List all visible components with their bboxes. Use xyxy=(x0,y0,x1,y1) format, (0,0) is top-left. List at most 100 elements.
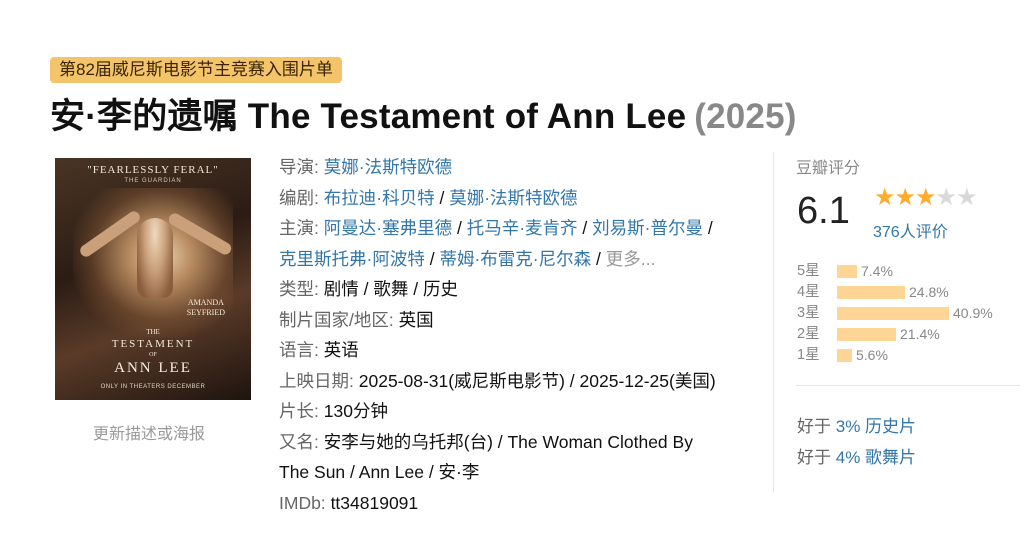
cast-link[interactable]: 克里斯托弗·阿波特 xyxy=(279,249,425,269)
rating-bar xyxy=(837,265,857,278)
poster-art-figure xyxy=(137,218,173,298)
separator: / xyxy=(456,218,462,238)
imdb-label: IMDb: xyxy=(279,492,326,513)
language-label: 语言: xyxy=(279,340,319,360)
better-than-link[interactable]: 4% 歌舞片 xyxy=(836,448,916,467)
release-label: 上映日期: xyxy=(279,370,354,391)
poster-title-testament: TESTAMENT xyxy=(111,338,195,350)
separator: / xyxy=(595,248,601,269)
better-than-link[interactable]: 3% 历史片 xyxy=(836,417,916,436)
rating-percent: 5.6% xyxy=(856,347,888,363)
director-row: 导演: 莫娜·法斯特欧德 xyxy=(279,152,759,183)
imdb-row: IMDb: tt34819091 xyxy=(279,488,759,519)
movie-info: 导演: 莫娜·法斯特欧德 编剧: 布拉迪·科贝特 / 莫娜·法斯特欧德 主演: … xyxy=(279,152,759,518)
country-row: 制片国家/地区: 英国 xyxy=(279,305,759,336)
genre-row: 类型: 剧情 / 歌舞 / 历史 xyxy=(279,274,759,305)
cast-link[interactable]: 托马辛·麦肯齐 xyxy=(467,218,578,238)
star-empty-icon: ★ xyxy=(935,184,957,211)
cast-row-continued: 克里斯托弗·阿波特 / 蒂姆·布雷克·尼尔森 / 更多... xyxy=(279,244,759,275)
rating-bar xyxy=(837,328,896,341)
better-than-row: 好于 3% 历史片 xyxy=(797,412,916,437)
rating-distribution-row: 2星 21.4% xyxy=(797,324,1017,345)
better-than-row: 好于 4% 歌舞片 xyxy=(797,443,916,468)
rating-label: 豆瓣评分 xyxy=(796,160,861,177)
cast-link[interactable]: 阿曼达·塞弗里德 xyxy=(324,218,452,238)
rating-star-level: 5星 xyxy=(797,263,820,279)
rating-distribution-row: 1星 5.6% xyxy=(797,345,1017,366)
rating-percent: 40.9% xyxy=(953,305,993,321)
writer-link[interactable]: 莫娜·法斯特欧德 xyxy=(449,188,577,208)
country-label: 制片国家/地区: xyxy=(279,309,394,330)
aka-row-continued: The Sun / Ann Lee / 安·李 xyxy=(279,457,759,488)
release-value: 2025-08-31(威尼斯电影节) / 2025-12-25(美国) xyxy=(358,370,716,391)
aka-value-line1: 安李与她的乌托邦(台) / The Woman Clothed By xyxy=(323,431,693,452)
movie-poster[interactable]: "FEARLESSLY FERAL" THE GUARDIAN AMANDA S… xyxy=(55,158,251,400)
writer-row: 编剧: 布拉迪·科贝特 / 莫娜·法斯特欧德 xyxy=(279,183,759,214)
section-divider xyxy=(773,152,774,492)
poster-actor-first: AMANDA xyxy=(187,298,224,307)
runtime-value: 130分钟 xyxy=(323,401,388,421)
aka-row: 又名: 安李与她的乌托邦(台) / The Woman Clothed By xyxy=(279,427,759,458)
rating-percent: 24.8% xyxy=(909,284,949,300)
poster-actor-last: SEYFRIED xyxy=(186,308,225,317)
rating-percent: 21.4% xyxy=(900,326,940,342)
director-label: 导演: xyxy=(279,157,319,177)
rating-distribution-row: 5星 7.4% xyxy=(797,261,1017,282)
rating-divider xyxy=(796,385,1020,386)
writer-label: 编剧: xyxy=(279,187,319,208)
aka-value-line2: The Sun / Ann Lee / 安·李 xyxy=(279,462,480,482)
director-link[interactable]: 莫娜·法斯特欧德 xyxy=(324,157,452,177)
rating-percent: 7.4% xyxy=(861,263,893,279)
rating-votes-link[interactable]: 376人评价 xyxy=(873,218,948,242)
better-than-prefix: 好于 xyxy=(797,448,831,467)
poster-title-of: OF xyxy=(149,352,157,358)
poster-quote: "FEARLESSLY FERAL" xyxy=(87,164,219,176)
cast-link[interactable]: 蒂姆·布雷克·尼尔森 xyxy=(439,249,591,269)
movie-title: 安·李的遗嘱 The Testament of Ann Lee xyxy=(50,97,687,136)
rating-stars: ★★★★★ xyxy=(874,184,978,211)
runtime-label: 片长: xyxy=(279,401,319,421)
cast-label: 主演: xyxy=(279,218,319,238)
poster-actor: AMANDA SEYFRIED xyxy=(187,298,225,318)
separator: / xyxy=(429,248,435,269)
rating-distribution-row: 3星 40.9% xyxy=(797,303,1017,324)
aka-label: 又名: xyxy=(279,431,319,452)
star-filled-icon: ★ xyxy=(874,184,895,211)
star-filled-icon: ★ xyxy=(915,184,936,211)
language-value: 英语 xyxy=(323,340,359,360)
release-row: 上映日期: 2025-08-31(威尼斯电影节) / 2025-12-25(美国… xyxy=(279,366,759,397)
better-than-prefix: 好于 xyxy=(797,417,831,436)
genre-value: 剧情 xyxy=(323,279,359,299)
runtime-row: 片长: 130分钟 xyxy=(279,396,759,427)
movie-year: (2025) xyxy=(694,97,797,136)
cast-more-link[interactable]: 更多... xyxy=(606,249,656,269)
rating-star-level: 1星 xyxy=(797,347,820,363)
cast-link[interactable]: 刘易斯·普尔曼 xyxy=(592,218,703,238)
festival-badge[interactable]: 第82届威尼斯电影节主竞赛入围片单 xyxy=(50,57,342,83)
poster-title-annlee: ANN LEE xyxy=(114,360,192,376)
rating-bar xyxy=(837,349,852,362)
country-value: 英国 xyxy=(398,309,434,330)
rating-star-level: 3星 xyxy=(797,305,820,321)
rating-distribution: 5星 7.4% 4星 24.8% 3星 40.9% 2星 21.4% 1星 5.6% xyxy=(797,261,1017,366)
genre-label: 类型: xyxy=(279,279,319,299)
imdb-value: tt34819091 xyxy=(330,492,419,513)
separator: / xyxy=(582,218,588,238)
poster-quote-source: THE GUARDIAN xyxy=(124,178,182,184)
separator: / xyxy=(439,187,445,208)
writer-link[interactable]: 布拉迪·科贝特 xyxy=(324,188,435,208)
genre-value: 历史 xyxy=(423,279,458,299)
rating-bar xyxy=(837,307,949,320)
language-row: 语言: 英语 xyxy=(279,335,759,366)
update-poster-link[interactable]: 更新描述或海报 xyxy=(93,420,205,444)
separator: / xyxy=(707,218,713,238)
star-filled-icon: ★ xyxy=(894,184,916,211)
page-title: 安·李的遗嘱 The Testament of Ann Lee (2025) xyxy=(50,88,797,139)
rating-distribution-row: 4星 24.8% xyxy=(797,282,1017,303)
rating-score: 6.1 xyxy=(797,190,850,232)
poster-release: ONLY IN THEATERS DECEMBER xyxy=(100,384,206,390)
cast-row: 主演: 阿曼达·塞弗里德 / 托马辛·麦肯齐 / 刘易斯·普尔曼 / xyxy=(279,213,759,244)
rating-bar xyxy=(837,286,905,299)
separator: / xyxy=(413,279,419,299)
star-empty-icon: ★ xyxy=(956,184,977,211)
